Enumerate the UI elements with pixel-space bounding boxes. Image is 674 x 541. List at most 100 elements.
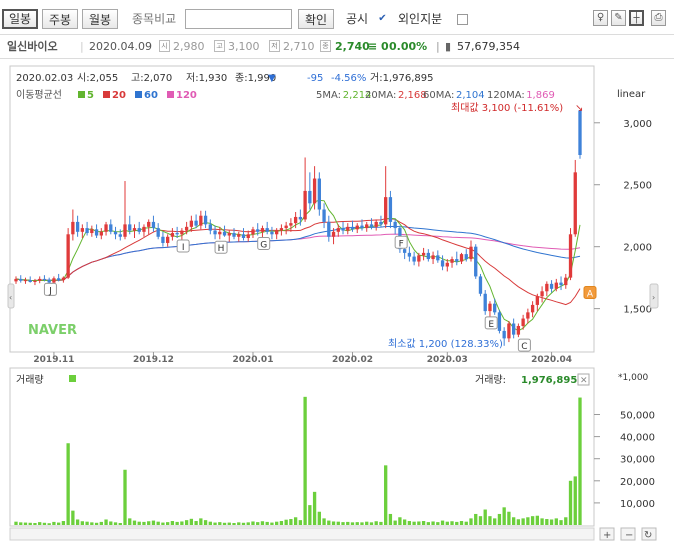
candle-body [464, 254, 468, 260]
candle-body [237, 234, 241, 237]
volume-bar [346, 521, 350, 525]
volume-bar [488, 516, 492, 525]
pattern-label: H [218, 244, 225, 254]
candle-body [142, 226, 146, 232]
pencil-icon[interactable]: ✎ [611, 10, 626, 26]
date-tick-label: 2020.03 [427, 355, 468, 365]
foreign-label: 외인지분 [398, 12, 443, 26]
lightbulb-icon[interactable]: ♀ [593, 10, 608, 26]
volume-value: 1,976,895 [521, 375, 577, 386]
volume-bar [208, 521, 212, 525]
candle-body [246, 234, 250, 239]
volume-bar [71, 510, 75, 525]
volume-bar [540, 518, 544, 525]
candle-body [393, 221, 397, 229]
refresh-icon: ↻ [644, 530, 652, 541]
candle-body [61, 277, 66, 281]
candle-body [308, 190, 312, 204]
legend-swatch-5 [78, 91, 85, 98]
pattern-label: G [260, 241, 267, 251]
volume-bar [203, 520, 208, 525]
candle-body [218, 231, 222, 235]
low-price: 2,710 [283, 40, 315, 53]
candle-body [407, 252, 412, 257]
candle-body [14, 278, 18, 282]
candle-body [303, 190, 307, 220]
volume-bar [161, 522, 165, 525]
candle-body [161, 236, 165, 243]
candle-body [52, 278, 56, 283]
header-date: 2020.02.03 [16, 73, 73, 84]
volume-tick-label: 10,000 [620, 499, 655, 510]
candle-body [426, 252, 430, 260]
weekly-button[interactable]: 주봉 [42, 9, 78, 29]
compare-input[interactable] [185, 9, 292, 29]
volume-bar [549, 519, 554, 525]
foreign-checkbox[interactable] [457, 14, 468, 25]
volume-bar [28, 522, 32, 525]
candle-body [260, 228, 265, 232]
candle-body [33, 280, 37, 282]
volume-bar [109, 521, 113, 525]
ma-value: 2,104 [456, 90, 485, 101]
daily-button[interactable]: 일봉 [2, 9, 38, 29]
volume-bar [564, 517, 568, 525]
volume-bar [407, 521, 412, 525]
stock-chart: 3,000 2,500 2,000 1,500 50,000 40,000 30,000 2… [7, 65, 659, 541]
ma-value-label: 120MA: [487, 90, 525, 101]
ma-value-label: 20MA: [365, 90, 396, 101]
candle-body [369, 224, 374, 227]
high-price: 3,100 [228, 40, 260, 53]
disclosure-checkbox[interactable]: ✔ [377, 14, 388, 25]
volume-bar [227, 522, 231, 525]
price-change-rate: 0.00% [389, 40, 428, 53]
candle-body [94, 229, 99, 236]
candle-body [431, 255, 435, 260]
volume-tick-label: 40,000 [620, 433, 655, 444]
price-tick-label: 3,000 [623, 119, 652, 130]
volume-bar [312, 491, 317, 525]
candle-body [166, 236, 170, 243]
volume-bar [166, 522, 170, 525]
volume-bar [194, 521, 198, 525]
candle-body [384, 197, 388, 225]
candle-body [132, 228, 137, 231]
volume-value-label: 거래량: [475, 374, 506, 386]
candle-body [123, 224, 127, 237]
volume-bar [327, 520, 331, 525]
volume-tick-label: 20,000 [620, 477, 655, 488]
confirm-button[interactable]: 확인 [298, 9, 334, 29]
pattern-label: I [182, 243, 185, 253]
volume-bar [374, 521, 378, 525]
monthly-button[interactable]: 월봉 [82, 9, 118, 29]
horizontal-scrollbar[interactable] [9, 527, 595, 541]
volume-bar [412, 521, 416, 525]
total-volume: 57,679,354 [457, 40, 520, 53]
max-arrow-icon: ↘ [575, 103, 583, 114]
chevron-right-icon: › [652, 293, 655, 302]
candle-body [113, 231, 118, 235]
print-icon[interactable]: ⎙ [651, 10, 666, 26]
volume-bar [516, 519, 521, 525]
volume-bar [341, 522, 345, 525]
crosshair-icon[interactable]: ┼ [629, 10, 644, 26]
candle-body [180, 230, 184, 235]
candle-body [232, 233, 236, 237]
candle-body [331, 231, 336, 237]
info-bar: 일신바이오 | 2020.04.09 시 2,980 고 3,100 저 2,7… [0, 34, 674, 59]
volume-bar [251, 521, 255, 525]
price-change: ≡ 0 [368, 40, 389, 53]
minus-icon: − [625, 530, 633, 541]
volume-bar [113, 522, 118, 525]
candle-body [194, 220, 198, 226]
volume-bar [497, 513, 502, 525]
plus-icon: + [603, 530, 611, 541]
volume-bar [417, 521, 421, 525]
compare-label: 종목비교 [132, 12, 177, 26]
volume-bar [384, 465, 388, 525]
max-value-label: 최대값 3,100 (-11.61%) [451, 102, 563, 114]
volume-bar [52, 521, 56, 525]
candle-body [118, 234, 122, 237]
price-tick-label: 2,000 [623, 243, 652, 254]
volume-bar [298, 520, 303, 525]
